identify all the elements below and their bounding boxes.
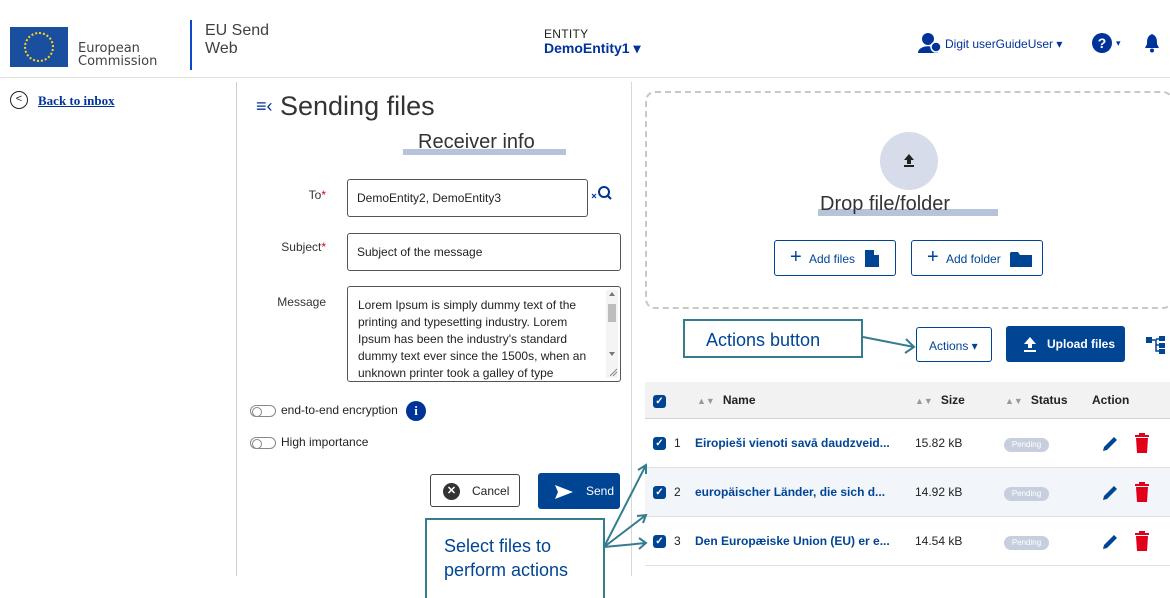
select-files-callout: Select files to perform actions — [425, 518, 605, 598]
callout-arrow — [862, 336, 916, 354]
folder-icon — [1010, 252, 1032, 267]
app-name: EU Send Web — [205, 22, 270, 57]
message-label: Message — [277, 295, 326, 309]
entity-selector[interactable]: DemoEntity1 ▾ — [544, 40, 641, 57]
file-size: 14.54 kB — [915, 534, 963, 548]
message-field[interactable]: Lorem Ipsum is simply dummy text of the … — [347, 286, 621, 382]
subject-field[interactable]: Subject of the message — [347, 233, 621, 271]
info-icon[interactable]: i — [406, 401, 426, 421]
encryption-label: end-to-end encryption — [281, 403, 398, 417]
importance-label: High importance — [281, 435, 369, 449]
add-files-button[interactable]: + Add files — [774, 240, 896, 276]
table-row[interactable]: ✓ 2 europäischer Länder, die sich d... 1… — [645, 468, 1170, 517]
actions-button[interactable]: Actions ▾ — [916, 327, 992, 362]
subject-label: Subject* — [281, 240, 326, 254]
drop-text: Drop file/folder — [820, 193, 951, 215]
upload-icon — [1024, 337, 1036, 352]
file-name[interactable]: Den Europæiske Union (EU) er e... — [695, 534, 890, 548]
entity-caption: ENTITY — [544, 27, 589, 41]
column-size[interactable]: ▲▼ Size — [915, 393, 965, 407]
tree-icon[interactable] — [1146, 336, 1168, 354]
upload-files-button[interactable]: Upload files — [1006, 326, 1125, 362]
row-index: 1 — [674, 436, 681, 450]
delete-icon[interactable] — [1135, 531, 1149, 551]
user-menu[interactable]: Digit userGuideUser ▾ — [945, 37, 1062, 51]
callout-arrows — [603, 463, 648, 550]
encryption-toggle[interactable] — [250, 405, 276, 417]
logo-divider — [190, 20, 192, 70]
row-checkbox[interactable]: ✓ — [653, 437, 666, 450]
edit-icon[interactable] — [1101, 484, 1119, 502]
actions-callout: Actions button — [683, 319, 863, 358]
ec-logo — [10, 27, 68, 67]
file-size: 15.82 kB — [915, 436, 963, 450]
file-icon — [865, 250, 879, 267]
help-caret[interactable]: ▾ — [1116, 38, 1121, 49]
app-header: European Commission EU Send Web ENTITY D… — [0, 0, 1170, 78]
back-icon[interactable]: < — [10, 91, 28, 109]
bell-icon[interactable] — [1143, 33, 1161, 53]
edit-icon[interactable] — [1101, 435, 1119, 453]
column-name[interactable]: ▲▼ Name — [697, 393, 756, 407]
message-text: Lorem Ipsum is simply dummy text of the … — [358, 298, 587, 380]
table-row[interactable]: ✓ 1 Eiropieši vienoti savā daudzveid... … — [645, 419, 1170, 468]
column-status[interactable]: ▲▼ Status — [1005, 393, 1068, 407]
send-icon — [555, 485, 573, 499]
file-name[interactable]: Eiropieši vienoti savā daudzveid... — [695, 436, 890, 450]
file-name[interactable]: europäischer Länder, die sich d... — [695, 485, 885, 499]
status-badge: Pending — [1004, 487, 1049, 501]
message-scrollbar[interactable] — [606, 290, 618, 378]
to-field[interactable]: DemoEntity2, DemoEntity3 — [347, 179, 588, 217]
status-badge: Pending — [1004, 438, 1049, 452]
cancel-button[interactable]: ✕ Cancel — [430, 474, 520, 507]
delete-icon[interactable] — [1135, 482, 1149, 502]
status-badge: Pending — [1004, 536, 1049, 550]
to-label: To* — [308, 188, 326, 202]
select-all-checkbox[interactable]: ✓ — [653, 395, 666, 408]
search-icon[interactable] — [591, 184, 613, 204]
help-icon[interactable]: ? — [1092, 33, 1112, 53]
file-size: 14.92 kB — [915, 485, 963, 499]
edit-icon[interactable] — [1101, 533, 1119, 551]
divider — [236, 82, 237, 576]
page-title: Sending files — [280, 91, 435, 121]
user-icon[interactable] — [918, 32, 942, 54]
upload-icon[interactable] — [880, 132, 938, 190]
section-title: Receiver info — [418, 131, 535, 153]
org-name: European Commission — [78, 41, 158, 69]
column-action: Action — [1092, 393, 1130, 407]
file-table-header: ✓ ▲▼ Name ▲▼ Size ▲▼ Status Action — [645, 382, 1170, 419]
add-folder-button[interactable]: + Add folder — [911, 240, 1043, 276]
delete-icon[interactable] — [1135, 433, 1149, 453]
table-row[interactable]: ✓ 3 Den Europæiske Union (EU) er e... 14… — [645, 517, 1170, 566]
menu-collapse-icon[interactable]: ≡‹ — [256, 96, 273, 117]
importance-toggle[interactable] — [250, 437, 276, 449]
back-to-inbox-link[interactable]: Back to inbox — [38, 93, 115, 109]
close-icon: ✕ — [443, 483, 460, 500]
